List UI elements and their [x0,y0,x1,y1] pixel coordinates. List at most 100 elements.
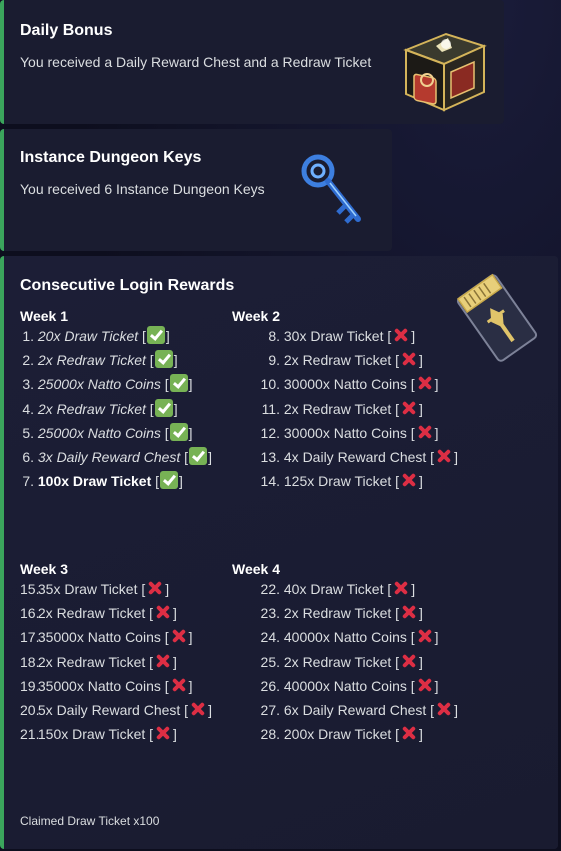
reward-day-number: 19. [20,677,40,694]
daily-bonus-embed: Daily Bonus You received a Daily Reward … [0,0,504,124]
cross-mark-icon [154,603,172,621]
reward-text: 2x Redraw Ticket [283,400,392,417]
reward-item: 23. 2x Redraw Ticket [] [232,602,423,624]
reward-text: 40000x Natto Coins [283,677,407,694]
claimed-footer: Claimed Draw Ticket x100 [20,814,160,828]
cross-mark-icon [416,676,434,694]
reward-day-number: 9. [268,352,280,369]
reward-text: 35000x Natto Coins [37,677,161,694]
check-mark-icon [146,326,165,344]
reward-item: 27. 6x Daily Reward Chest [] [232,699,458,721]
reward-day-number: 15. [20,581,40,597]
reward-day-number: 25. [260,653,280,670]
check-mark-icon [154,350,173,369]
reward-day-number: 5. [22,424,34,441]
reward-day-number: 7. [22,473,34,490]
cross-mark-icon [400,724,418,742]
reward-item: 14. 125x Draw Ticket [] [232,470,423,492]
cross-mark-icon [435,700,453,718]
treasure-chest-icon[interactable] [396,20,492,116]
cross-mark-icon [146,579,164,597]
cross-mark-icon [435,447,453,465]
reward-text: 200x Draw Ticket [283,726,392,743]
reward-day-number: 23. [260,605,280,622]
check-mark-icon [169,374,188,393]
reward-text: 35000x Natto Coins [37,629,161,646]
reward-day-number: 12. [260,424,280,441]
reward-item: 10. 30000x Natto Coins [] [232,373,439,395]
reward-item: 22. 40x Draw Ticket [] [232,578,416,600]
reward-item: 2. 2x Redraw Ticket [] [20,349,178,371]
cross-mark-icon [400,603,418,621]
reward-text: 2x Redraw Ticket [283,605,392,622]
cross-mark-icon [400,652,418,670]
reward-day-number: 3. [22,376,34,393]
daily-bonus-description: You received a Daily Reward Chest and a … [20,54,372,70]
check-mark-icon [154,398,173,417]
reward-text: 2x Redraw Ticket [37,352,146,369]
reward-day-number: 8. [268,328,280,344]
reward-item: 7. 100x Draw Ticket [] [20,470,183,492]
reward-text: 2x Redraw Ticket [37,400,146,417]
reward-day-number: 21. [20,726,40,743]
reward-text: 30000x Natto Coins [283,424,407,441]
login-rewards-title: Consecutive Login Rewards [20,277,235,294]
reward-text: 6x Daily Reward Chest [283,702,427,718]
reward-text: 125x Draw Ticket [283,473,392,490]
reward-day-number: 6. [22,449,34,465]
reward-text: 150x Draw Ticket [37,726,146,743]
reward-day-number: 10. [260,376,280,393]
dungeon-keys-description: You received 6 Instance Dungeon Keys [20,181,265,197]
reward-day-number: 16. [20,605,40,622]
reward-text: 100x Draw Ticket [37,473,152,490]
reward-item: 13. 4x Daily Reward Chest [] [232,446,458,468]
reward-day-number: 17. [20,629,40,646]
reward-text: 5x Daily Reward Chest [37,702,181,718]
reward-item: 9. 2x Redraw Ticket [] [232,349,423,371]
cross-mark-icon [392,579,410,597]
daily-bonus-title: Daily Bonus [20,22,113,39]
reward-text: 40x Draw Ticket [283,581,384,597]
reward-day-number: 4. [22,400,34,417]
reward-item: 11. 2x Redraw Ticket [] [232,398,423,420]
reward-text: 2x Redraw Ticket [37,605,146,622]
cross-mark-icon [154,724,172,742]
cross-mark-icon [416,374,434,392]
key-icon[interactable] [298,151,370,231]
reward-item: 6. 3x Daily Reward Chest [] [20,446,212,468]
cross-mark-icon [400,350,418,368]
reward-day-number: 2. [22,352,34,369]
reward-day-number: 14. [260,473,280,490]
cross-mark-icon [400,471,418,489]
reward-text: 20x Draw Ticket [37,328,139,344]
check-mark-icon [189,447,208,465]
reward-item: 19. 35000x Natto Coins [] [20,675,193,697]
check-mark-icon [160,471,179,490]
reward-item: 17. 35000x Natto Coins [] [20,626,193,648]
reward-day-number: 27. [260,702,280,718]
reward-item: 12. 30000x Natto Coins [] [232,422,439,444]
cross-mark-icon [154,652,172,670]
draw-ticket-icon[interactable] [452,270,542,366]
week-title: Week 4 [232,561,280,577]
week-title: Week 3 [20,561,68,577]
reward-item: 4. 2x Redraw Ticket [] [20,398,178,420]
reward-text: 25000x Natto Coins [37,424,161,441]
reward-item: 3. 25000x Natto Coins [] [20,373,193,395]
reward-day-number: 28. [260,726,280,743]
reward-day-number: 18. [20,653,40,670]
reward-day-number: 26. [260,677,280,694]
reward-item: 5. 25000x Natto Coins [] [20,422,193,444]
reward-text: 30x Draw Ticket [283,328,384,344]
cross-mark-icon [416,423,434,441]
reward-text: 2x Redraw Ticket [37,653,146,670]
reward-item: 15. 35x Draw Ticket [] [20,578,169,600]
week-title: Week 1 [20,308,68,324]
reward-item: 20. 5x Daily Reward Chest [] [20,699,212,721]
cross-mark-icon [170,627,188,645]
reward-day-number: 24. [260,629,280,646]
reward-text: 4x Daily Reward Chest [283,449,427,465]
reward-text: 40000x Natto Coins [283,629,407,646]
check-mark-icon [169,422,188,441]
reward-item: 1. 20x Draw Ticket [] [20,325,170,347]
